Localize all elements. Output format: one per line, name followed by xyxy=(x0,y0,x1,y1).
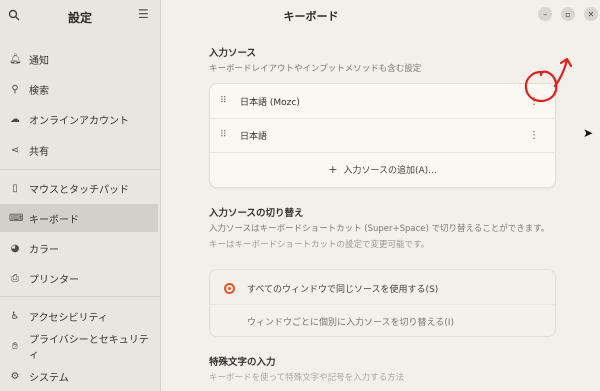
input-source-label: 日本語 xyxy=(240,131,268,142)
switching-description: 入力ソースはキーボードショートカット (Super+Space) で切り替えるこ… xyxy=(209,224,550,234)
sidebar-item-accessibility[interactable]: ♿︎ アクセシビリティ xyxy=(0,302,158,330)
input-sources-title: 入力ソース xyxy=(209,48,257,59)
sidebar-item-sharing[interactable]: ⋖ 共有 xyxy=(0,136,158,164)
drag-handle-icon[interactable]: ⠿ xyxy=(220,96,230,106)
plus-icon: + xyxy=(328,162,338,176)
maximize-button[interactable]: ▫ xyxy=(561,7,575,21)
input-sources-subtitle: キーボードレイアウトやインプットメソッドも含む設定 xyxy=(209,64,422,74)
sidebar-item-color[interactable]: ◕ カラー xyxy=(0,234,158,262)
share-icon: ⋖ xyxy=(10,144,20,156)
special-chars-description: キーボードを使って特殊文字や記号を入力する方法 xyxy=(209,373,405,383)
printer-icon: ⎙ xyxy=(11,272,19,284)
accessibility-icon: ♿︎ xyxy=(10,310,20,322)
switching-title: 入力ソースの切り替え xyxy=(209,208,304,219)
sidebar-item-label: アクセシビリティ xyxy=(29,312,108,324)
sidebar-item-partial xyxy=(0,22,158,38)
sidebar: 設定 ☰ 🔔︎ 通知 ⚲ 検索 ☁ オンラインアカウント ⋖ 共有 ▯ マウスと… xyxy=(0,0,161,391)
sidebar-item-notifications[interactable]: 🔔︎ 通知 xyxy=(0,45,158,73)
input-source-label: 日本語 (Mozc) xyxy=(240,97,300,108)
cloud-icon: ☁ xyxy=(10,113,20,125)
sidebar-divider xyxy=(0,169,160,170)
special-chars-title: 特殊文字の入力 xyxy=(209,357,276,368)
minimize-button[interactable]: – xyxy=(538,7,552,21)
sidebar-item-label: オンラインアカウント xyxy=(29,115,129,127)
sidebar-item-label: 検索 xyxy=(29,85,49,97)
sidebar-item-label: システム xyxy=(29,372,69,384)
sidebar-item-label: プリンター xyxy=(29,274,79,286)
search-icon: ⚲ xyxy=(11,83,19,95)
sidebar-item-printers[interactable]: ⎙ プリンター xyxy=(0,264,158,292)
sidebar-item-online-accounts[interactable]: ☁ オンラインアカウント xyxy=(0,105,158,133)
sidebar-item-label: 共有 xyxy=(29,146,49,158)
mouse-cursor-icon: ➤ xyxy=(583,126,594,140)
add-input-source-button[interactable]: + 入力ソースの追加(A)... xyxy=(210,153,555,185)
close-button[interactable]: ✕ xyxy=(584,7,598,21)
sidebar-item-label: プライバシーとセキュリティ xyxy=(28,335,149,361)
page-title: キーボード xyxy=(283,10,339,23)
keyboard-icon: ⌨ xyxy=(9,212,24,224)
close-icon: ✕ xyxy=(587,9,595,19)
mouse-icon: ▯ xyxy=(12,182,18,194)
maximize-icon: ▫ xyxy=(565,9,571,19)
input-sources-list: ⠿ 日本語 (Mozc) ⋮ ⠿ 日本語 ⋮ + 入力ソースの追加(A)... xyxy=(209,83,556,188)
settings-window: 設定 ☰ 🔔︎ 通知 ⚲ 検索 ☁ オンラインアカウント ⋖ 共有 ▯ マウスと… xyxy=(0,0,600,391)
radio-per-window[interactable]: ウィンドウごとに個別に入力ソースを切り替える(I) xyxy=(210,306,555,336)
system-icon: ⚙ xyxy=(10,370,20,382)
bell-icon: 🔔︎ xyxy=(9,53,22,65)
privacy-icon: ✋︎ xyxy=(12,340,18,352)
drag-handle-icon[interactable]: ⠿ xyxy=(220,130,230,140)
sidebar-item-keyboard[interactable]: ⌨ キーボード xyxy=(0,204,158,232)
input-source-row[interactable]: ⠿ 日本語 (Mozc) ⋮ xyxy=(210,85,555,117)
switching-description-2: キーはキーボードショートカットの設定で変更可能です。 xyxy=(209,240,430,250)
switching-options: すべてのウィンドウで同じソースを使用する(S) ウィンドウごとに個別に入力ソース… xyxy=(209,269,556,337)
sidebar-item-mouse[interactable]: ▯ マウスとタッチパッド xyxy=(0,174,158,202)
more-options-icon[interactable]: ⋮ xyxy=(529,130,539,141)
radio-unselected-icon[interactable] xyxy=(224,316,235,327)
radio-label: ウィンドウごとに個別に入力ソースを切り替える(I) xyxy=(247,317,454,328)
radio-label: すべてのウィンドウで同じソースを使用する(S) xyxy=(247,284,439,295)
sidebar-item-label: キーボード xyxy=(29,214,79,226)
hamburger-menu-icon[interactable]: ☰ xyxy=(138,7,149,21)
add-input-source-label: 入力ソースの追加(A)... xyxy=(343,165,437,176)
sidebar-item-privacy[interactable]: ✋︎ プライバシーとセキュリティ xyxy=(0,332,158,361)
input-source-row[interactable]: ⠿ 日本語 ⋮ xyxy=(210,119,555,151)
minimize-icon: – xyxy=(543,9,547,19)
radio-selected-icon[interactable] xyxy=(224,282,235,294)
sidebar-item-label: マウスとタッチパッド xyxy=(29,184,129,196)
sidebar-item-label: 通知 xyxy=(29,55,49,67)
color-icon: ◕ xyxy=(10,242,20,254)
sidebar-divider xyxy=(0,296,160,297)
annotation-circle-arrow xyxy=(524,57,573,102)
radio-same-source[interactable]: すべてのウィンドウで同じソースを使用する(S) xyxy=(210,273,555,303)
row-divider xyxy=(210,304,555,305)
sidebar-item-system[interactable]: ⚙ システム xyxy=(0,362,158,390)
sidebar-item-search[interactable]: ⚲ 検索 xyxy=(0,75,158,103)
sidebar-item-label: カラー xyxy=(29,244,59,256)
